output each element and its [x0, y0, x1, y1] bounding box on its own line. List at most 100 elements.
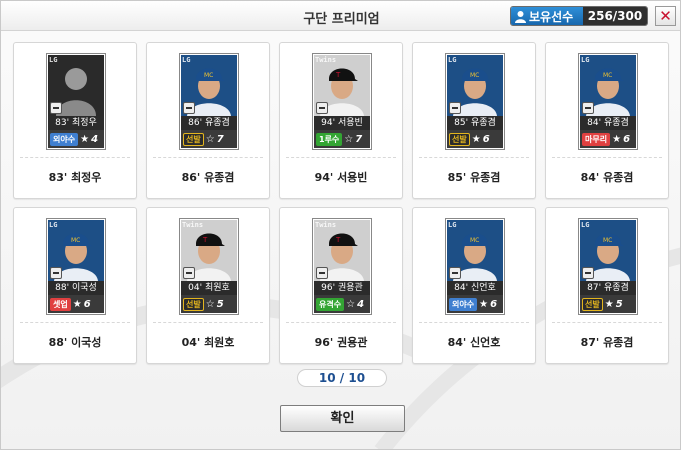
team-logo-mark: LG	[49, 221, 58, 229]
thumbnail-player-name: 84' 신언호	[447, 281, 503, 295]
card-image-area: T Twins 96' 권용관 유격수 ☆ 4	[280, 208, 402, 322]
card-image-area: T Twins 04' 최원호 선발 ☆ 5	[147, 208, 269, 322]
position-badge: 선발	[183, 297, 204, 311]
star-icon: ★	[604, 298, 614, 310]
thumbnail-player-name: 86' 유종겸	[181, 116, 237, 130]
title-bar: 구단 프리미엄 보유선수 256/300 ✕	[1, 1, 680, 31]
player-card[interactable]: T Twins 96' 권용관 유격수 ☆ 4 96' 권용관	[279, 207, 403, 364]
player-thumbnail-frame: MC LG 87' 유종겸 선발 ★ 5	[580, 220, 636, 313]
star-icon: ☆	[205, 298, 215, 310]
card-divider	[286, 322, 396, 323]
card-image-area: LG 83' 최정우 외야수 ★ 4	[14, 43, 136, 157]
card-divider	[286, 157, 396, 158]
team-logo-mark: LG	[448, 56, 457, 64]
player-card[interactable]: MC LG 87' 유종겸 선발 ★ 5 87' 유종겸	[545, 207, 669, 364]
player-thumbnail[interactable]: MC LG 85' 유종겸 선발 ★ 6	[445, 53, 505, 150]
card-divider	[20, 322, 130, 323]
confirm-button[interactable]: 확인	[280, 405, 405, 432]
card-image-area: MC LG 84' 신언호 외야수 ★ 6	[413, 208, 535, 322]
player-card[interactable]: MC LG 84' 유종겸 마무리 ★ 6 84' 유종겸	[545, 42, 669, 199]
star-icon: ★	[72, 298, 82, 310]
player-name-label: 88' 이국성	[48, 336, 102, 349]
player-card[interactable]: MC LG 88' 이국성 셋업 ★ 6 88' 이국성	[13, 207, 137, 364]
close-button[interactable]: ✕	[655, 6, 676, 26]
card-image-area: MC LG 88' 이국성 셋업 ★ 6	[14, 208, 136, 322]
owned-players-label: 보유선수	[529, 9, 574, 24]
team-logo-mark: LG	[49, 56, 58, 64]
player-name-label: 84' 신언호	[447, 336, 501, 349]
grade-value: 6	[482, 133, 490, 145]
team-logo-mark: LG	[581, 56, 590, 64]
team-logo-mark: LG	[448, 221, 457, 229]
grade-value: 4	[91, 133, 99, 145]
player-name-label: 87' 유종겸	[580, 336, 634, 349]
player-card-grid: LG 83' 최정우 외야수 ★ 4 83' 최정우 MC LG 86' 유종겸…	[13, 42, 670, 364]
star-icon: ★	[479, 298, 489, 310]
player-info-bar: 선발 ★ 6	[447, 130, 503, 148]
player-thumbnail[interactable]: T Twins 96' 권용관 유격수 ☆ 4	[312, 218, 372, 315]
player-thumbnail[interactable]: MC LG 86' 유종겸 선발 ☆ 7	[179, 53, 239, 150]
player-thumbnail[interactable]: T Twins 94' 서용빈 1루수 ☆ 7	[312, 53, 372, 150]
grade-value: 6	[83, 298, 91, 310]
player-name-label: 96' 권용관	[314, 336, 368, 349]
card-image-area: MC LG 85' 유종겸 선발 ★ 6	[413, 43, 535, 157]
svg-text:MC: MC	[603, 72, 612, 79]
position-badge: 셋업	[50, 297, 71, 311]
svg-text:T: T	[202, 236, 208, 244]
position-badge: 마무리	[582, 132, 611, 146]
player-card[interactable]: MC LG 84' 신언호 외야수 ★ 6 84' 신언호	[412, 207, 536, 364]
player-thumbnail[interactable]: MC LG 87' 유종겸 선발 ★ 5	[578, 218, 638, 315]
thumbnail-player-name: 85' 유종겸	[447, 116, 503, 130]
card-divider	[20, 157, 130, 158]
star-icon: ☆	[346, 298, 356, 310]
minus-badge-icon	[582, 267, 594, 279]
svg-text:T: T	[335, 236, 341, 244]
position-badge: 1루수	[316, 132, 343, 146]
team-logo-mark: LG	[581, 221, 590, 229]
minus-badge-icon	[449, 102, 461, 114]
player-info-bar: 외야수 ★ 6	[447, 295, 503, 313]
svg-text:MC: MC	[204, 72, 213, 79]
player-card[interactable]: T Twins 94' 서용빈 1루수 ☆ 7 94' 서용빈	[279, 42, 403, 199]
card-divider	[552, 157, 662, 158]
player-info-bar: 1루수 ☆ 7	[314, 130, 370, 148]
player-thumbnail[interactable]: MC LG 88' 이국성 셋업 ★ 6	[46, 218, 106, 315]
grade-value: 6	[623, 133, 631, 145]
player-thumbnail[interactable]: MC LG 84' 유종겸 마무리 ★ 6	[578, 53, 638, 150]
player-info-bar: 외야수 ★ 4	[48, 130, 104, 148]
minus-badge-icon	[50, 102, 62, 114]
player-thumbnail-frame: LG 83' 최정우 외야수 ★ 4	[48, 55, 104, 148]
card-image-area: MC LG 87' 유종겸 선발 ★ 5	[546, 208, 668, 322]
player-thumbnail-frame: MC LG 85' 유종겸 선발 ★ 6	[447, 55, 503, 148]
team-logo-mark: Twins	[315, 56, 337, 64]
player-name-label: 83' 최정우	[48, 171, 102, 184]
player-card[interactable]: T Twins 04' 최원호 선발 ☆ 5 04' 최원호	[146, 207, 270, 364]
player-thumbnail-frame: MC LG 84' 유종겸 마무리 ★ 6	[580, 55, 636, 148]
player-thumbnail[interactable]: MC LG 84' 신언호 외야수 ★ 6	[445, 218, 505, 315]
star-icon: ★	[80, 133, 90, 145]
player-card[interactable]: MC LG 85' 유종겸 선발 ★ 6 85' 유종겸	[412, 42, 536, 199]
card-image-area: MC LG 84' 유종겸 마무리 ★ 6	[546, 43, 668, 157]
card-divider	[153, 322, 263, 323]
team-logo-mark: Twins	[182, 221, 204, 229]
player-thumbnail-frame: T Twins 96' 권용관 유격수 ☆ 4	[314, 220, 370, 313]
player-name-label: 86' 유종겸	[181, 171, 235, 184]
position-badge: 선발	[582, 297, 603, 311]
player-thumbnail[interactable]: LG 83' 최정우 외야수 ★ 4	[46, 53, 106, 150]
minus-badge-icon	[316, 102, 328, 114]
team-logo-mark: Twins	[315, 221, 337, 229]
thumbnail-player-name: 04' 최원호	[181, 281, 237, 295]
close-icon: ✕	[659, 7, 672, 25]
player-thumbnail[interactable]: T Twins 04' 최원호 선발 ☆ 5	[179, 218, 239, 315]
star-icon: ★	[612, 133, 622, 145]
svg-text:MC: MC	[603, 237, 612, 244]
player-info-bar: 선발 ☆ 7	[181, 130, 237, 148]
page-indicator: 10 / 10	[297, 369, 387, 387]
player-thumbnail-frame: T Twins 04' 최원호 선발 ☆ 5	[181, 220, 237, 313]
player-card[interactable]: MC LG 86' 유종겸 선발 ☆ 7 86' 유종겸	[146, 42, 270, 199]
person-icon	[515, 10, 526, 23]
team-logo-mark: LG	[182, 56, 191, 64]
player-card[interactable]: LG 83' 최정우 외야수 ★ 4 83' 최정우	[13, 42, 137, 199]
player-thumbnail-frame: MC LG 86' 유종겸 선발 ☆ 7	[181, 55, 237, 148]
player-info-bar: 유격수 ☆ 4	[314, 295, 370, 313]
